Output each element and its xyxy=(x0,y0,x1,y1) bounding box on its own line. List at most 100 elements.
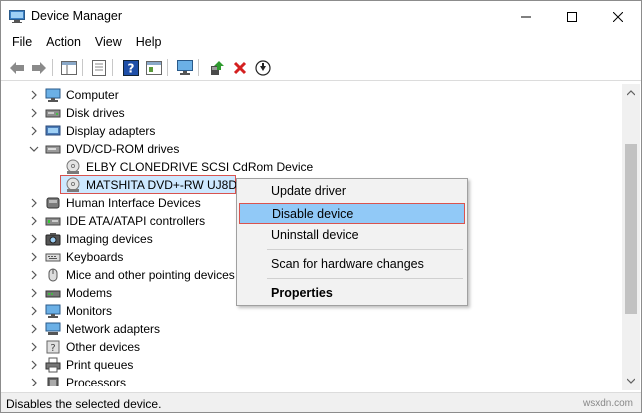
ctx-scan-hardware[interactable]: Scan for hardware changes xyxy=(239,254,465,275)
tree-item-display-adapters[interactable]: Display adapters xyxy=(5,122,622,140)
minimize-button[interactable] xyxy=(503,1,549,32)
back-arrow-icon xyxy=(9,61,24,74)
ctx-properties[interactable]: Properties xyxy=(239,283,465,304)
action-view-button[interactable] xyxy=(144,58,163,77)
menu-action[interactable]: Action xyxy=(39,32,88,54)
chevron-right-icon xyxy=(31,126,37,136)
context-menu: Update driver Disable device Uninstall d… xyxy=(236,178,468,306)
vertical-scrollbar[interactable] xyxy=(622,84,640,390)
status-bar: Disables the selected device. wsxdn.com xyxy=(1,392,641,412)
printer-icon xyxy=(45,357,61,373)
keyboard-icon xyxy=(45,253,61,262)
scroll-up-button[interactable] xyxy=(622,84,640,101)
tree-item-disk-drives[interactable]: Disk drives xyxy=(5,104,622,122)
uninstall-button[interactable] xyxy=(230,58,249,77)
cdrom-device-icon xyxy=(66,177,80,192)
camera-icon xyxy=(45,233,61,246)
tree-item-label: Network adapters xyxy=(66,322,161,336)
dvd-drive-icon xyxy=(45,145,61,154)
svg-text:?: ? xyxy=(127,61,134,75)
maximize-button[interactable] xyxy=(549,1,595,32)
update-driver-button[interactable] xyxy=(207,58,226,77)
show-hide-tree-button[interactable] xyxy=(59,58,78,77)
chevron-right-icon xyxy=(31,288,37,298)
chevron-right-icon xyxy=(31,270,37,280)
tree-item-label: Human Interface Devices xyxy=(66,196,201,210)
scroll-down-button[interactable] xyxy=(622,372,640,389)
status-text: Disables the selected device. xyxy=(6,397,162,411)
ctx-update-driver[interactable]: Update driver xyxy=(239,181,465,202)
ctx-disable-device[interactable]: Disable device xyxy=(239,203,465,224)
modem-icon xyxy=(45,290,61,298)
tree-item-network-adapters[interactable]: Network adapters xyxy=(5,320,622,338)
tree-item-label: Processors xyxy=(66,376,127,386)
tree-item-label: Disk drives xyxy=(66,106,125,120)
chevron-right-icon xyxy=(31,306,37,316)
tree-item-label: Keyboards xyxy=(66,250,124,264)
help-icon: ? xyxy=(122,59,139,76)
update-driver-icon xyxy=(210,60,224,75)
ctx-item-label: Disable device xyxy=(272,207,354,221)
menu-view[interactable]: View xyxy=(88,32,129,54)
ctx-item-label: Properties xyxy=(271,286,333,300)
ctx-separator xyxy=(267,278,463,279)
hid-icon xyxy=(46,197,60,209)
tree-item-label: Mice and other pointing devices xyxy=(66,268,235,282)
window-title: Device Manager xyxy=(31,9,123,23)
ctx-item-label: Uninstall device xyxy=(271,228,359,242)
uninstall-red-x-icon xyxy=(233,61,246,74)
chevron-right-icon xyxy=(31,360,37,370)
chevron-right-icon xyxy=(31,252,37,262)
tree-item-other-devices[interactable]: ? Other devices xyxy=(5,338,622,356)
tree-item-computer[interactable]: Computer xyxy=(5,86,622,104)
device-manager-window: Device Manager File Action View Help ? C… xyxy=(0,0,642,413)
monitor-icon xyxy=(176,59,193,75)
menu-file[interactable]: File xyxy=(5,32,39,54)
network-adapter-icon xyxy=(45,322,61,335)
close-button[interactable] xyxy=(595,1,641,32)
cdrom-device-icon xyxy=(66,159,80,174)
tree-item-label: MATSHITA DVD+-RW UJ8D1 xyxy=(86,178,244,192)
ctx-uninstall-device[interactable]: Uninstall device xyxy=(239,225,465,246)
tree-item-label: Other devices xyxy=(66,340,141,354)
disable-down-arrow-icon xyxy=(254,59,271,76)
tree-item-label: DVD/CD-ROM drives xyxy=(66,142,180,156)
back-button[interactable] xyxy=(7,58,26,77)
disk-drive-icon xyxy=(45,109,61,118)
tree-item-processors[interactable]: Processors xyxy=(5,374,622,386)
forward-arrow-icon xyxy=(31,61,46,74)
chevron-right-icon xyxy=(31,234,37,244)
chevron-right-icon xyxy=(31,216,37,226)
menu-help[interactable]: Help xyxy=(129,32,169,54)
toolbar: ? xyxy=(1,54,641,81)
disable-device-button[interactable] xyxy=(253,58,272,77)
chevron-up-icon xyxy=(627,89,635,95)
menu-bar: File Action View Help xyxy=(1,32,641,54)
svg-text:?: ? xyxy=(50,343,55,354)
display-adapter-icon xyxy=(45,125,61,136)
properties-button[interactable] xyxy=(89,58,108,77)
tree-item-elby-clonedrive[interactable]: ELBY CLONEDRIVE SCSI CdRom Device xyxy=(5,158,622,176)
tree-item-label: Modems xyxy=(66,286,113,300)
scan-hardware-button[interactable] xyxy=(175,58,194,77)
chevron-right-icon xyxy=(31,198,37,208)
tree-item-label: Display adapters xyxy=(66,124,156,138)
chevron-right-icon xyxy=(31,324,37,334)
chevron-right-icon xyxy=(31,108,37,118)
minimize-icon xyxy=(521,16,531,17)
forward-button[interactable] xyxy=(29,58,48,77)
processor-icon xyxy=(47,377,59,386)
close-icon xyxy=(613,11,623,22)
scroll-thumb[interactable] xyxy=(625,144,637,314)
tree-item-print-queues[interactable]: Print queues xyxy=(5,356,622,374)
tree-item-label: Computer xyxy=(66,88,119,102)
properties-icon xyxy=(91,59,106,76)
tree-item-label: Print queues xyxy=(66,358,134,372)
help-button[interactable]: ? xyxy=(121,58,140,77)
watermark: wsxdn.com xyxy=(583,398,634,409)
chevron-down-icon xyxy=(29,146,39,152)
tree-item-dvd-cd-rom-drives[interactable]: DVD/CD-ROM drives xyxy=(5,140,622,158)
title-bar[interactable]: Device Manager xyxy=(1,1,641,32)
chevron-down-icon xyxy=(627,378,635,384)
computer-icon xyxy=(45,88,61,102)
